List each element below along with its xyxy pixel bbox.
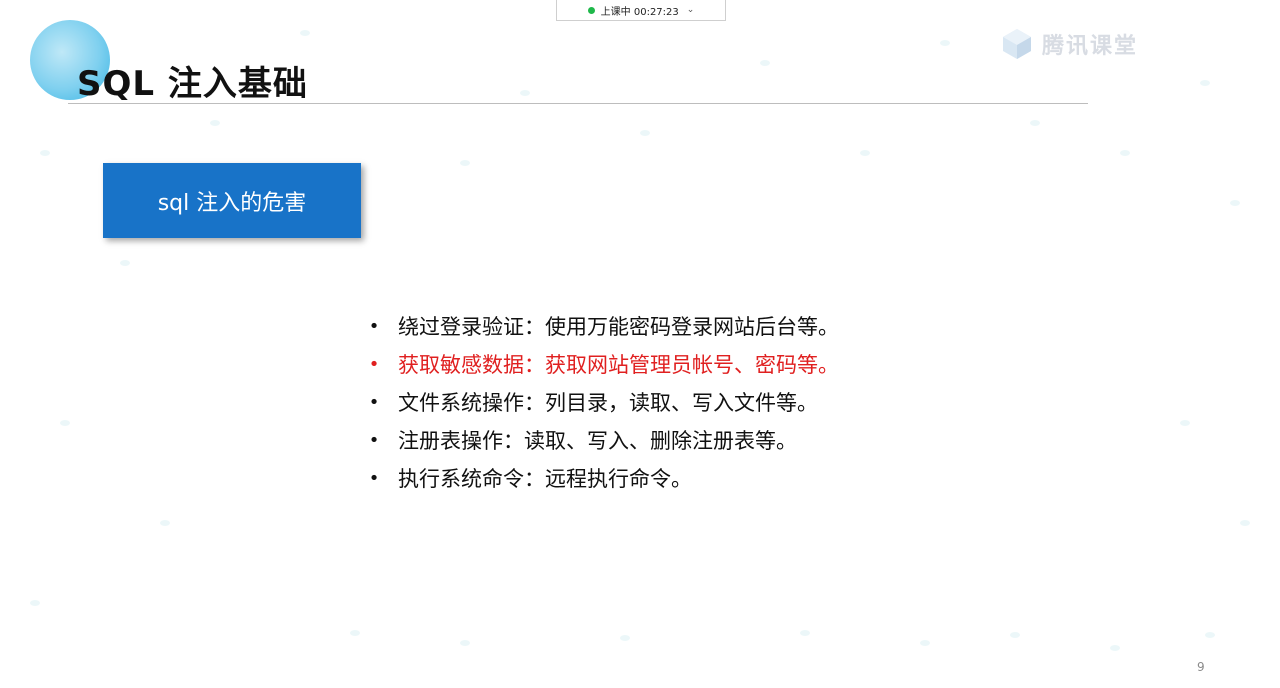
- slide-page: 上课中 00:27:23 ⌄ SQL 注入基础 腾讯课堂 sql 注入的危害 •…: [0, 0, 1280, 688]
- bullet-marker: •: [368, 468, 380, 489]
- title-divider: [68, 103, 1088, 104]
- list-item: • 执行系统命令：远程执行命令。: [368, 460, 839, 498]
- list-item: • 文件系统操作：列目录，读取、写入文件等。: [368, 384, 839, 422]
- bullet-marker: •: [368, 430, 380, 451]
- chevron-down-icon: ⌄: [686, 5, 695, 15]
- list-item-text: 注册表操作：读取、写入、删除注册表等。: [398, 429, 797, 453]
- list-item: • 绕过登录验证：使用万能密码登录网站后台等。: [368, 308, 839, 346]
- class-status-indicator[interactable]: 上课中 00:27:23 ⌄: [556, 0, 726, 21]
- bullet-marker: •: [368, 392, 380, 413]
- topic-box: sql 注入的危害: [103, 163, 361, 238]
- list-item-text: 文件系统操作：列目录，读取、写入文件等。: [398, 391, 818, 415]
- live-dot-icon: [587, 6, 595, 14]
- page-title: SQL 注入基础: [77, 64, 308, 104]
- bullet-marker: •: [368, 316, 380, 337]
- list-item-highlighted: • 获取敏感数据：获取网站管理员帐号、密码等。: [368, 346, 839, 384]
- topic-box-label: sql 注入的危害: [157, 190, 307, 216]
- watermark-logo: 腾讯课堂: [1000, 26, 1260, 62]
- list-item-text: 执行系统命令：远程执行命令。: [398, 467, 692, 491]
- class-status-label: 上课中 00:27:23: [600, 6, 679, 18]
- brand-cube-icon: [1003, 29, 1031, 59]
- bullet-list: • 绕过登录验证：使用万能密码登录网站后台等。 • 获取敏感数据：获取网站管理员…: [368, 308, 839, 498]
- list-item-text: 获取敏感数据：获取网站管理员帐号、密码等。: [398, 353, 839, 377]
- list-item-text: 绕过登录验证：使用万能密码登录网站后台等。: [398, 315, 839, 339]
- bullet-marker: •: [368, 354, 380, 375]
- list-item: • 注册表操作：读取、写入、删除注册表等。: [368, 422, 839, 460]
- page-number: 9: [1197, 660, 1205, 674]
- watermark-text: 腾讯课堂: [1042, 34, 1139, 59]
